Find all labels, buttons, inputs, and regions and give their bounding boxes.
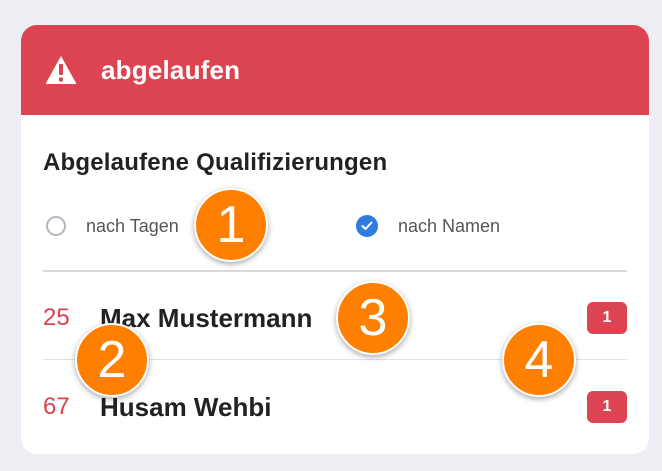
annotation-marker: 1	[194, 188, 268, 262]
annotation-marker: 4	[502, 323, 576, 397]
section-title: Abgelaufene Qualifizierungen	[43, 149, 388, 176]
person-name[interactable]: Husam Wehbi	[100, 392, 587, 423]
annotation-marker: 2	[75, 323, 149, 397]
warning-icon	[45, 55, 77, 85]
radio-unchecked-icon[interactable]	[46, 216, 66, 236]
annotation-marker: 3	[336, 281, 410, 355]
count-badge: 1	[587, 302, 627, 334]
sort-by-days-label: nach Tagen	[86, 215, 179, 236]
sort-by-name-label: nach Namen	[398, 215, 501, 236]
divider	[43, 270, 627, 272]
radio-checked-icon[interactable]	[356, 215, 378, 237]
sort-by-days-radio[interactable]: nach Tagen	[46, 211, 179, 241]
header-title: abgelaufen	[101, 54, 241, 85]
sort-by-name-radio[interactable]: nach Namen	[356, 211, 500, 241]
count-badge: 1	[587, 391, 627, 423]
days-expired: 67	[43, 393, 70, 420]
card-header: abgelaufen	[21, 25, 649, 115]
